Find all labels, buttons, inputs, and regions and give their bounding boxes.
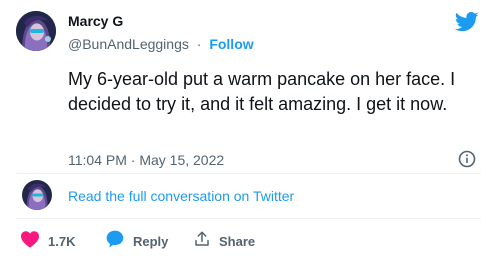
- tweet-timestamp[interactable]: 11:04 PM · May 15, 2022: [68, 152, 224, 168]
- share-button[interactable]: Share: [193, 229, 255, 253]
- author-handle[interactable]: @BunAndLeggings: [68, 36, 189, 52]
- read-conversation-link[interactable]: Read the full conversation on Twitter: [68, 188, 294, 204]
- action-bar: 1.7K Reply Share: [0, 229, 497, 253]
- reply-button[interactable]: Reply: [105, 229, 168, 253]
- conversation-avatar[interactable]: [22, 180, 52, 210]
- handle-separator: ·: [196, 36, 202, 52]
- tweet-text: My 6-year-old put a warm pancake on her …: [68, 69, 456, 114]
- twitter-bird-icon[interactable]: [454, 11, 479, 33]
- share-upload-icon: [193, 230, 211, 253]
- follow-button[interactable]: Follow: [209, 36, 253, 52]
- author-avatar[interactable]: [16, 11, 56, 51]
- info-icon[interactable]: [458, 150, 476, 168]
- like-count: 1.7K: [48, 233, 76, 249]
- author-name[interactable]: Marcy G: [68, 13, 123, 29]
- speech-bubble-icon: [105, 229, 125, 254]
- like-button[interactable]: 1.7K: [20, 229, 75, 253]
- tweet-card: Marcy G @BunAndLeggings · Follow My 6-ye…: [0, 0, 497, 260]
- author-handle-row: @BunAndLeggings · Follow: [68, 36, 254, 52]
- divider: [16, 173, 481, 174]
- share-label: Share: [219, 233, 256, 249]
- reply-label: Reply: [133, 233, 169, 249]
- heart-icon: [20, 230, 40, 253]
- divider: [16, 218, 481, 219]
